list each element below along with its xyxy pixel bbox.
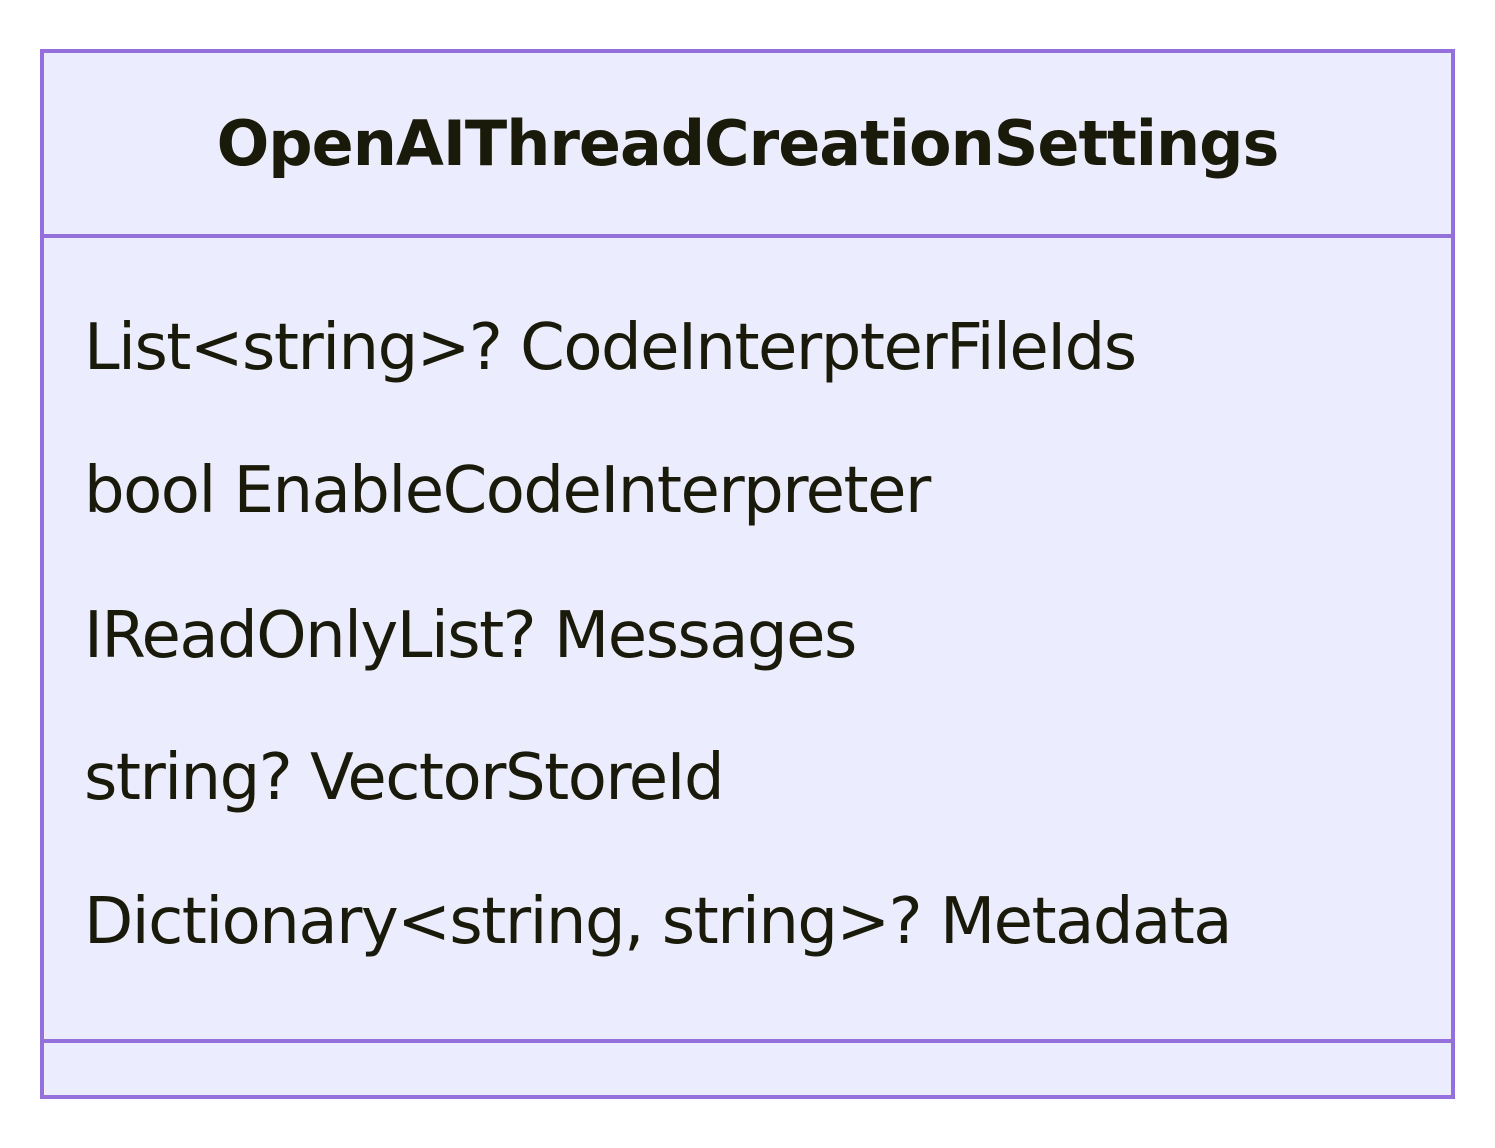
class-header: OpenAIThreadCreationSettings [44,53,1451,238]
attribute-row: bool EnableCodeInterpreter [84,454,931,528]
class-name: OpenAIThreadCreationSettings [216,107,1280,180]
attribute-row: string? VectorStoreId [84,741,725,815]
class-box: OpenAIThreadCreationSettings List<string… [40,49,1455,1099]
attribute-row: IReadOnlyList? Messages [84,599,857,673]
methods-compartment [44,1043,1451,1095]
attributes-compartment: List<string>? CodeInterpterFileIds bool … [44,238,1451,1043]
attribute-row: List<string>? CodeInterpterFileIds [84,311,1137,385]
attribute-row: Dictionary<string, string>? Metadata [84,885,1233,959]
